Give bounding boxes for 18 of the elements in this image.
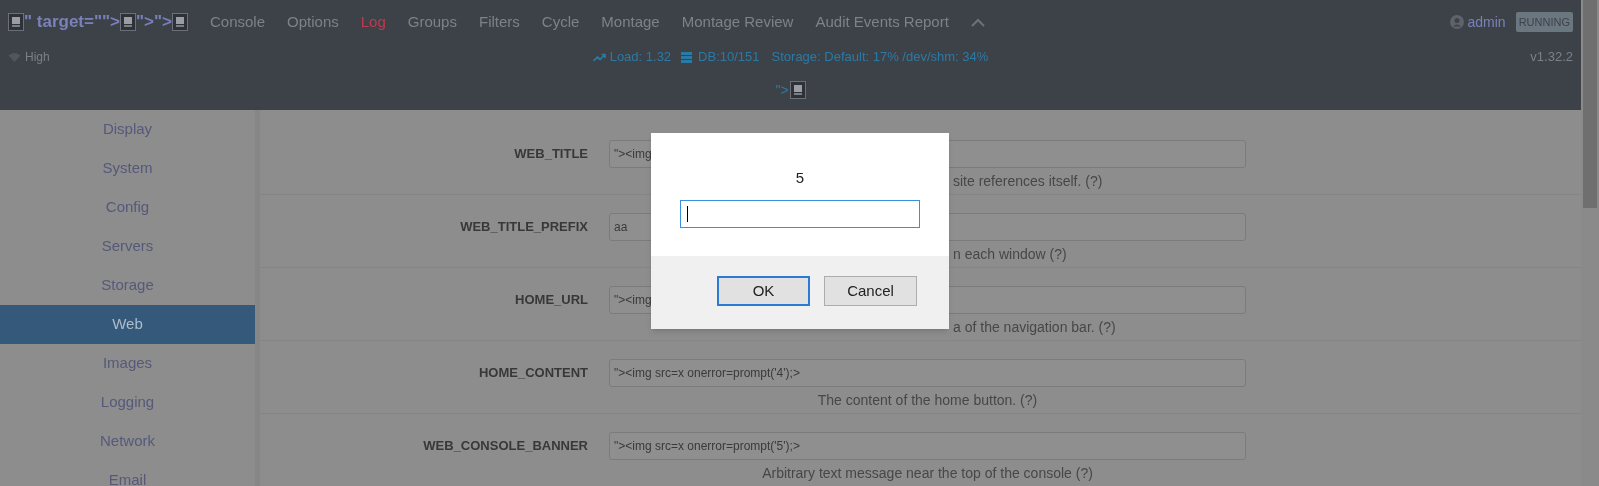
- setting-description: The content of the home button. (?): [817, 391, 1038, 410]
- storage-stat: Storage: Default: 17% /dev/shm: 34%: [771, 48, 989, 67]
- setting-label: HOME_URL: [515, 291, 588, 310]
- status-badge: RUNNING: [1515, 11, 1573, 33]
- banner-text: ">: [775, 80, 789, 100]
- setting-label: WEB_TITLE: [514, 145, 588, 164]
- version-label: v1.32.2: [1530, 48, 1573, 67]
- setting-description: Arbitrary text message near the top of the console (?): [762, 464, 1093, 483]
- dialog-message: 5: [795, 168, 805, 188]
- setting-description: a of the navigation bar. (?): [953, 318, 1116, 337]
- signal-label: High: [25, 49, 50, 66]
- setting-label: WEB_TITLE_PREFIX: [460, 218, 588, 237]
- load-stat: Load: 1.32: [609, 48, 672, 67]
- setting-description: n each window (?): [953, 245, 1067, 264]
- setting-label: WEB_CONSOLE_BANNER: [423, 437, 588, 456]
- db-stat: DB:10/151: [698, 48, 760, 67]
- setting-label: HOME_CONTENT: [478, 364, 588, 383]
- setting-description: site references itself. (?): [953, 172, 1103, 191]
